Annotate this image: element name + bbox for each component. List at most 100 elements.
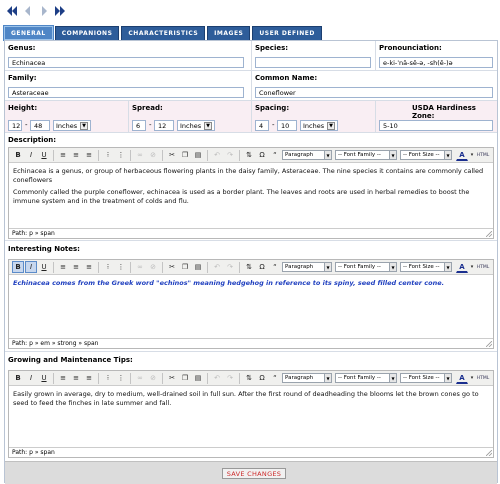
paste-icon[interactable]: ▤ — [192, 372, 204, 384]
unlink-icon[interactable]: ⊘ — [147, 261, 159, 273]
tab-general[interactable]: GENERAL — [3, 25, 54, 41]
spacing-max-input[interactable]: 10 — [277, 120, 297, 131]
bold-button[interactable]: B — [12, 149, 24, 161]
font-family-select[interactable]: -- Font Family -- ▼ — [335, 373, 397, 383]
copy-icon[interactable]: ❐ — [179, 261, 191, 273]
unlink-icon[interactable]: ⊘ — [147, 149, 159, 161]
chevron-down-icon[interactable]: ▾ — [469, 261, 475, 273]
quote-icon[interactable]: “ — [269, 149, 281, 161]
copy-icon[interactable]: ❐ — [179, 372, 191, 384]
redo-icon[interactable]: ↷ — [224, 261, 236, 273]
height-max-input[interactable]: 48 — [30, 120, 50, 131]
family-input[interactable]: Asteraceae — [8, 87, 244, 98]
text-color-icon[interactable]: A — [456, 261, 468, 273]
height-min-input[interactable]: 12 — [8, 120, 22, 131]
species-input[interactable] — [255, 57, 371, 68]
html-button[interactable]: HTML — [476, 261, 490, 273]
sort-icon[interactable]: ⇅ — [243, 149, 255, 161]
resize-handle-icon[interactable] — [486, 231, 492, 237]
align-center-icon[interactable]: ≡ — [70, 149, 82, 161]
sort-icon[interactable]: ⇅ — [243, 372, 255, 384]
bullet-list-icon[interactable]: ⁝ — [102, 261, 114, 273]
unlink-icon[interactable]: ⊘ — [147, 372, 159, 384]
tab-user-defined[interactable]: USER DEFINED — [252, 26, 322, 40]
cut-icon[interactable]: ✂ — [166, 149, 178, 161]
spread-max-input[interactable]: 12 — [154, 120, 174, 131]
font-size-select[interactable]: -- Font Size -- ▼ — [400, 150, 452, 160]
spread-unit-select[interactable]: Inches ▼ — [177, 120, 215, 131]
paste-icon[interactable]: ▤ — [192, 261, 204, 273]
description-body[interactable]: Echinacea is a genus, or group of herbac… — [9, 163, 493, 229]
align-left-icon[interactable]: ≡ — [57, 149, 69, 161]
undo-icon[interactable]: ↶ — [211, 372, 223, 384]
spacing-min-input[interactable]: 4 — [255, 120, 269, 131]
save-changes-button[interactable]: SAVE CHANGES — [222, 468, 286, 479]
italic-button[interactable]: I — [25, 149, 37, 161]
spacing-unit-select[interactable]: Inches ▼ — [300, 120, 338, 131]
omega-icon[interactable]: Ω — [256, 261, 268, 273]
align-left-icon[interactable]: ≡ — [57, 372, 69, 384]
underline-button[interactable]: U — [38, 261, 50, 273]
first-record-button[interactable] — [4, 3, 19, 19]
underline-button[interactable]: U — [38, 149, 50, 161]
format-select[interactable]: Paragraph ▼ — [282, 150, 332, 160]
quote-icon[interactable]: “ — [269, 261, 281, 273]
html-button[interactable]: HTML — [476, 149, 490, 161]
spread-min-input[interactable]: 6 — [132, 120, 146, 131]
format-select[interactable]: Paragraph ▼ — [282, 373, 332, 383]
notes-body[interactable]: Echinacea comes from the Greek word "ech… — [9, 275, 493, 339]
tips-body[interactable]: Easily grown in average, dry to medium, … — [9, 386, 493, 448]
hardiness-input[interactable]: 5-10 — [379, 120, 493, 131]
next-record-button[interactable] — [36, 3, 51, 19]
numbered-list-icon[interactable]: ⋮ — [115, 149, 127, 161]
font-size-select[interactable]: -- Font Size -- ▼ — [400, 373, 452, 383]
cut-icon[interactable]: ✂ — [166, 261, 178, 273]
bullet-list-icon[interactable]: ⁝ — [102, 372, 114, 384]
undo-icon[interactable]: ↶ — [211, 261, 223, 273]
tab-characteristics[interactable]: CHARACTERISTICS — [121, 26, 206, 40]
underline-button[interactable]: U — [38, 372, 50, 384]
redo-icon[interactable]: ↷ — [224, 149, 236, 161]
italic-button[interactable]: I — [25, 261, 37, 273]
font-family-select[interactable]: -- Font Family -- ▼ — [335, 150, 397, 160]
copy-icon[interactable]: ❐ — [179, 149, 191, 161]
align-left-icon[interactable]: ≡ — [57, 261, 69, 273]
common-name-input[interactable]: Coneflower — [255, 87, 493, 98]
text-color-icon[interactable]: A — [456, 372, 468, 384]
undo-icon[interactable]: ↶ — [211, 149, 223, 161]
link-icon[interactable]: ∞ — [134, 149, 146, 161]
tab-companions[interactable]: COMPANIONS — [54, 26, 120, 40]
align-center-icon[interactable]: ≡ — [70, 372, 82, 384]
sort-icon[interactable]: ⇅ — [243, 261, 255, 273]
resize-handle-icon[interactable] — [486, 450, 492, 456]
resize-handle-icon[interactable] — [486, 341, 492, 347]
link-icon[interactable]: ∞ — [134, 261, 146, 273]
tab-images[interactable]: IMAGES — [207, 26, 251, 40]
numbered-list-icon[interactable]: ⋮ — [115, 261, 127, 273]
height-unit-select[interactable]: Inches ▼ — [53, 120, 91, 131]
paste-icon[interactable]: ▤ — [192, 149, 204, 161]
genus-input[interactable]: Echinacea — [8, 57, 244, 68]
html-button[interactable]: HTML — [476, 372, 490, 384]
pronounciation-input[interactable]: e-ki-ˈnā-sē-ə, -sh(ē-)ə — [379, 57, 493, 68]
bullet-list-icon[interactable]: ⁝ — [102, 149, 114, 161]
redo-icon[interactable]: ↷ — [224, 372, 236, 384]
bold-button[interactable]: B — [12, 261, 24, 273]
format-select[interactable]: Paragraph ▼ — [282, 262, 332, 272]
chevron-down-icon[interactable]: ▾ — [469, 372, 475, 384]
italic-button[interactable]: I — [25, 372, 37, 384]
text-color-icon[interactable]: A — [456, 149, 468, 161]
chevron-down-icon[interactable]: ▾ — [469, 149, 475, 161]
cut-icon[interactable]: ✂ — [166, 372, 178, 384]
numbered-list-icon[interactable]: ⋮ — [115, 372, 127, 384]
link-icon[interactable]: ∞ — [134, 372, 146, 384]
font-family-select[interactable]: -- Font Family -- ▼ — [335, 262, 397, 272]
last-record-button[interactable] — [52, 3, 67, 19]
omega-icon[interactable]: Ω — [256, 149, 268, 161]
bold-button[interactable]: B — [12, 372, 24, 384]
align-center-icon[interactable]: ≡ — [70, 261, 82, 273]
align-justify-icon[interactable]: ≡ — [83, 149, 95, 161]
previous-record-button[interactable] — [20, 3, 35, 19]
quote-icon[interactable]: “ — [269, 372, 281, 384]
align-justify-icon[interactable]: ≡ — [83, 372, 95, 384]
